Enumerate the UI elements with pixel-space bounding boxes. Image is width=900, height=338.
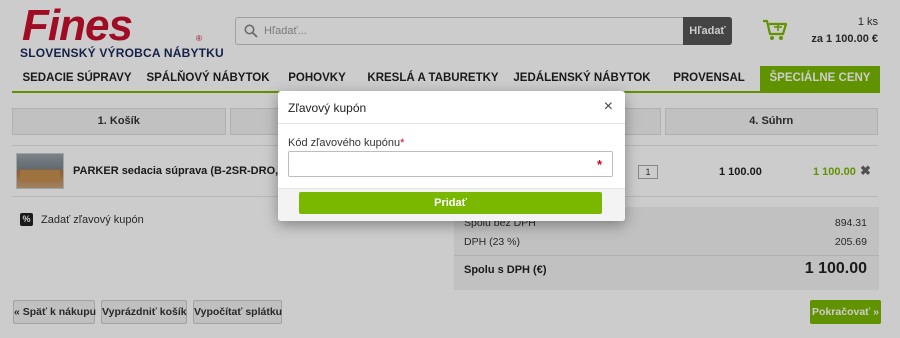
coupon-code-input[interactable] <box>288 151 613 177</box>
add-coupon-button[interactable]: Pridať <box>299 192 602 214</box>
close-icon[interactable]: × <box>604 99 613 115</box>
modal-header: Zľavový kupón × <box>278 91 625 124</box>
modal-footer: Pridať <box>278 188 625 221</box>
modal-title: Zľavový kupón <box>288 101 367 115</box>
coupon-code-label: Kód zľavového kupónu* <box>288 137 404 149</box>
coupon-code-label-text: Kód zľavového kupónu <box>288 137 401 149</box>
required-indicator-icon: * <box>597 157 603 172</box>
coupon-modal: Zľavový kupón × Kód zľavového kupónu* * … <box>278 91 625 221</box>
required-asterisk: * <box>400 137 405 149</box>
